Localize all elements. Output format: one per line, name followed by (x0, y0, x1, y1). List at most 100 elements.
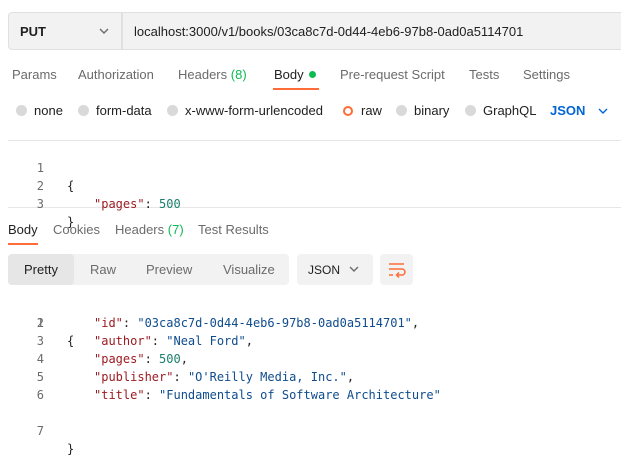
chevron-down-icon (598, 108, 608, 114)
tab-tests[interactable]: Tests (469, 67, 499, 82)
open-brace: { (67, 334, 75, 348)
json-value: "Neal Ford" (166, 334, 246, 348)
code-text: "id": "03ca8c7d-0d44-4eb6-97b8-0ad0a5114… (94, 314, 419, 332)
request-body-editor[interactable]: 1 { 2 "pages": 500 3 } (8, 140, 621, 229)
method-label: PUT (20, 23, 46, 39)
line-number: 3 (36, 197, 44, 211)
json-comma: , (180, 352, 188, 366)
body-type-binary[interactable]: binary (396, 103, 449, 118)
close-brace: } (67, 442, 75, 456)
body-type-urlencoded[interactable]: x-www-form-urlencoded (167, 103, 323, 118)
line-number: 5 (36, 370, 44, 384)
json-separator: : (144, 388, 160, 402)
response-view-toggle: Pretty Raw Preview Visualize (8, 254, 289, 285)
tab-body[interactable]: Body (274, 67, 316, 82)
wrap-lines-button[interactable] (380, 254, 413, 285)
tab-body-label: Body (274, 67, 304, 82)
json-value: "03ca8c7d-0d44-4eb6-97b8-0ad0a5114701" (137, 316, 412, 330)
chevron-down-icon (99, 28, 109, 34)
json-separator: : (151, 334, 167, 348)
response-tab-cookies[interactable]: Cookies (53, 222, 100, 237)
open-brace: { (67, 179, 75, 193)
code-line: 2 "pages": 500 (8, 159, 181, 211)
tab-params[interactable]: Params (12, 67, 57, 82)
line-number: 6 (36, 388, 44, 402)
json-key: "author" (94, 334, 152, 348)
request-url-bar: PUT localhost:3000/v1/books/03ca8c7d-0d4… (8, 12, 621, 50)
tab-headers[interactable]: Headers (8) (178, 67, 247, 82)
json-key: "pages" (94, 197, 145, 211)
json-separator: : (173, 370, 188, 384)
code-text: "publisher": "O'Reilly Media, Inc.", (94, 368, 354, 386)
line-number: 3 (36, 334, 44, 348)
radio-icon (167, 105, 178, 116)
code-text: } (67, 440, 74, 458)
body-type-none-label: none (34, 103, 63, 118)
body-type-urlencoded-label: x-www-form-urlencoded (185, 103, 323, 118)
wrap-lines-icon (389, 263, 406, 279)
body-type-form-data[interactable]: form-data (78, 103, 152, 118)
tab-settings[interactable]: Settings (523, 67, 570, 82)
radio-selected-icon (342, 104, 354, 117)
tab-headers-label: Headers (178, 67, 228, 82)
active-tab-indicator (273, 88, 319, 90)
code-text: { (67, 177, 74, 195)
code-line: 1 { (8, 296, 74, 348)
json-value: "Fundamentals of Software Architecture" (159, 388, 441, 402)
view-visualize-button[interactable]: Visualize (223, 262, 275, 277)
radio-icon (465, 105, 476, 116)
tab-authorization[interactable]: Authorization (78, 67, 154, 82)
response-body-viewer: 1 { 2 "id": "03ca8c7d-0d44-4eb6-97b8-0ad0… (8, 296, 621, 456)
json-key: "publisher" (94, 370, 174, 384)
response-format-select[interactable]: JSON (297, 254, 373, 285)
response-tab-test-results[interactable]: Test Results (198, 222, 269, 237)
view-preview-button[interactable]: Preview (146, 262, 192, 277)
chevron-down-icon (349, 266, 359, 272)
response-tab-headers-label: Headers (115, 222, 165, 237)
url-text: localhost:3000/v1/books/03ca8c7d-0d44-4e… (134, 23, 524, 39)
json-value: 500 (159, 352, 181, 366)
view-raw-button[interactable]: Raw (90, 262, 116, 277)
json-value: "O'Reilly Media, Inc." (187, 370, 347, 384)
radio-icon (396, 105, 407, 116)
json-separator: : (144, 197, 160, 211)
body-type-graphql[interactable]: GraphQL (465, 103, 536, 118)
code-text: "pages": 500, (94, 350, 188, 368)
tab-prerequest-script[interactable]: Pre-request Script (340, 67, 445, 82)
json-value: 500 (159, 197, 181, 211)
json-comma: , (411, 316, 420, 330)
body-format-select[interactable]: JSON (550, 103, 609, 118)
json-key: "pages" (94, 352, 145, 366)
code-text: "author": "Neal Ford", (94, 332, 253, 350)
body-format-label: JSON (550, 103, 586, 118)
code-text: { (67, 332, 74, 350)
body-type-binary-label: binary (414, 103, 450, 118)
response-tab-headers[interactable]: Headers (7) (115, 222, 184, 237)
body-type-form-data-label: form-data (96, 103, 152, 118)
line-number: 4 (36, 352, 44, 366)
body-type-raw-label: raw (361, 103, 382, 118)
line-number: 7 (36, 424, 44, 438)
method-select[interactable]: PUT (8, 12, 122, 50)
radio-icon (78, 105, 89, 116)
view-pretty-label: Pretty (24, 262, 58, 277)
code-line: 3 } (8, 177, 74, 229)
json-key: "id" (94, 316, 123, 330)
active-dot-icon (308, 71, 316, 78)
code-line: 7 } (8, 404, 74, 456)
code-line: 1 { (8, 141, 74, 193)
code-text: "pages": 500 (94, 195, 181, 213)
response-tab-body[interactable]: Body (8, 222, 38, 237)
json-comma: , (346, 370, 355, 384)
code-text: "title": "Fundamentals of Software Archi… (94, 386, 441, 404)
json-separator: : (122, 316, 138, 330)
url-input[interactable]: localhost:3000/v1/books/03ca8c7d-0d44-4e… (122, 12, 621, 50)
radio-icon (16, 105, 27, 116)
body-type-graphql-label: GraphQL (483, 103, 537, 118)
json-comma: , (245, 334, 253, 348)
json-separator: : (144, 352, 160, 366)
body-type-none[interactable]: none (16, 103, 63, 118)
json-key: "title" (94, 388, 145, 402)
body-type-raw[interactable]: raw (342, 103, 382, 118)
response-active-tab-indicator (8, 243, 38, 245)
